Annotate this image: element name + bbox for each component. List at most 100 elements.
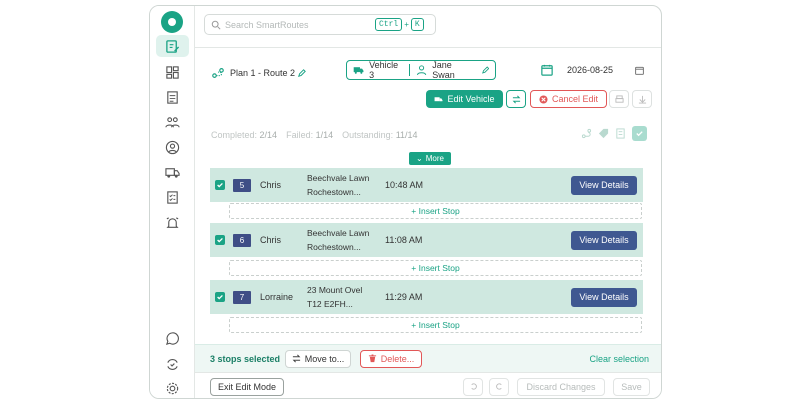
stop-time: 11:29 AM: [385, 292, 423, 302]
stop-checkbox[interactable]: [215, 235, 225, 245]
edit-vehicle-icon[interactable]: [481, 66, 489, 74]
stat-completed: Completed: 2/14: [211, 130, 278, 140]
redo-icon: [495, 383, 502, 390]
stop-number: 6: [233, 233, 251, 247]
delete-button[interactable]: Delete...: [360, 349, 422, 368]
chevron-down-icon: ⌄: [416, 154, 423, 163]
download-icon: [638, 95, 646, 104]
edit-plan-icon[interactable]: [298, 69, 306, 77]
edit-vehicle-button[interactable]: Edit Vehicle: [426, 90, 503, 108]
truck-icon: [353, 67, 364, 74]
alarm-icon[interactable]: [156, 212, 189, 234]
more-button[interactable]: ⌄ More: [409, 152, 451, 165]
insert-stop-button[interactable]: + Insert Stop: [229, 317, 642, 333]
clear-selection-link[interactable]: Clear selection: [589, 354, 649, 364]
date-value: 2026-08-25: [567, 65, 614, 75]
cancel-icon: [539, 94, 548, 104]
swap-icon: [292, 354, 301, 363]
view-details-button[interactable]: View Details: [571, 230, 637, 250]
stop-checkbox[interactable]: [215, 292, 225, 302]
app-logo: [161, 11, 183, 33]
discard-changes-button[interactable]: Discard Changes: [517, 377, 605, 396]
select-all-checkbox[interactable]: [632, 126, 647, 141]
route-icon: [212, 68, 224, 78]
stop-time: 10:48 AM: [385, 180, 424, 190]
save-button[interactable]: Save: [613, 377, 650, 396]
team-icon[interactable]: [156, 111, 189, 133]
stop-row[interactable]: 5 Chris Beechvale Lawn Rochestown... 10:4…: [210, 168, 643, 202]
stop-address: 23 Mount Ovel T12 E2FH...: [307, 285, 363, 309]
route-icon[interactable]: [581, 128, 592, 139]
stop-customer: Chris: [260, 180, 282, 190]
calendar-icon: [541, 64, 553, 76]
date-picker[interactable]: 2026-08-25: [541, 64, 644, 76]
clipboard-icon[interactable]: [156, 86, 189, 108]
shortcut-key-ctrl: Ctrl: [375, 18, 403, 31]
shortcut-key-k: K: [410, 18, 424, 31]
stop-row[interactable]: 7 Lorraine 23 Mount Ovel T12 E2FH... 11:2…: [210, 280, 643, 314]
chat-icon[interactable]: [156, 327, 189, 349]
search-input[interactable]: [225, 19, 375, 30]
move-to-label: Move to...: [304, 353, 345, 364]
side-rail: [150, 6, 195, 398]
view-details-button[interactable]: View Details: [571, 287, 637, 307]
selection-count: 3 stops selected: [210, 353, 281, 364]
driver-icon: [416, 65, 427, 76]
checklist-icon[interactable]: [156, 186, 189, 208]
stop-number: 7: [233, 290, 251, 304]
vehicle-name: Vehicle 3: [369, 60, 399, 80]
tag-icon[interactable]: [598, 128, 609, 139]
route-editor: Plan 1 - Route 2 Vehicle 3 Jane Swan 202…: [195, 48, 661, 398]
stop-time: 11:08 AM: [385, 235, 423, 245]
stat-failed: Failed: 1/14: [286, 130, 334, 140]
selection-bar: 3 stops selected Move to... Delete... Cl…: [195, 344, 661, 372]
print-button[interactable]: [609, 90, 629, 108]
stop-number: 5: [233, 178, 251, 192]
insert-stop-button[interactable]: + Insert Stop: [229, 260, 642, 276]
vehicle-selector[interactable]: Vehicle 3 Jane Swan: [346, 60, 496, 80]
insert-stop-button[interactable]: + Insert Stop: [229, 203, 642, 219]
top-bar: Ctrl + K: [195, 6, 661, 48]
redo-button[interactable]: [489, 377, 509, 396]
undo-button[interactable]: [463, 377, 483, 396]
stop-row[interactable]: 6 Chris Beechvale Lawn Rochestown... 11:0…: [210, 223, 643, 257]
edit-footer: Exit Edit Mode Discard Changes Save: [195, 372, 661, 398]
calendar-small-icon[interactable]: [635, 66, 644, 75]
swap-button[interactable]: [506, 90, 526, 108]
trash-icon: [368, 354, 376, 363]
stats-toolbar: [581, 126, 647, 141]
exit-edit-mode-button[interactable]: Exit Edit Mode: [210, 377, 284, 396]
view-details-button[interactable]: View Details: [571, 175, 637, 195]
stop-checkbox[interactable]: [215, 180, 225, 190]
edit-route-icon[interactable]: [156, 35, 189, 57]
move-to-button[interactable]: Move to...: [285, 349, 351, 368]
search-icon: [211, 20, 221, 30]
driver-name: Jane Swan: [432, 60, 455, 80]
settings-icon[interactable]: [156, 377, 189, 398]
stop-list: 5 Chris Beechvale Lawn Rochestown... 10:4…: [210, 168, 643, 340]
user-icon[interactable]: [156, 136, 189, 158]
download-button[interactable]: [632, 90, 652, 108]
search-box[interactable]: Ctrl + K: [204, 14, 436, 35]
app-window: Ctrl + K Plan 1 - Route 2 Vehicle 3 Jane…: [149, 5, 662, 399]
truck-icon: [435, 96, 443, 101]
sync-check-icon[interactable]: [156, 353, 189, 375]
cancel-edit-button[interactable]: Cancel Edit: [530, 90, 607, 108]
dashboard-icon[interactable]: [156, 61, 189, 83]
plan-label-group: Plan 1 - Route 2: [211, 66, 306, 80]
stop-address: Beechvale Lawn Rochestown...: [307, 228, 370, 252]
more-label: More: [425, 154, 444, 163]
delete-label: Delete...: [380, 353, 415, 364]
edit-vehicle-label: Edit Vehicle: [447, 94, 495, 104]
divider: [409, 64, 411, 76]
print-icon: [614, 94, 624, 103]
stop-customer: Chris: [260, 235, 282, 245]
truck-icon[interactable]: [156, 161, 189, 183]
stat-outstanding: Outstanding: 11/14: [342, 130, 418, 140]
document-icon[interactable]: [615, 128, 626, 139]
cancel-edit-label: Cancel Edit: [551, 94, 599, 104]
plan-route-label: Plan 1 - Route 2: [230, 68, 296, 78]
stop-customer: Lorraine: [260, 292, 294, 302]
shortcut-plus: +: [404, 20, 409, 29]
route-stats: Completed: 2/14 Failed: 1/14 Outstanding…: [211, 130, 418, 140]
